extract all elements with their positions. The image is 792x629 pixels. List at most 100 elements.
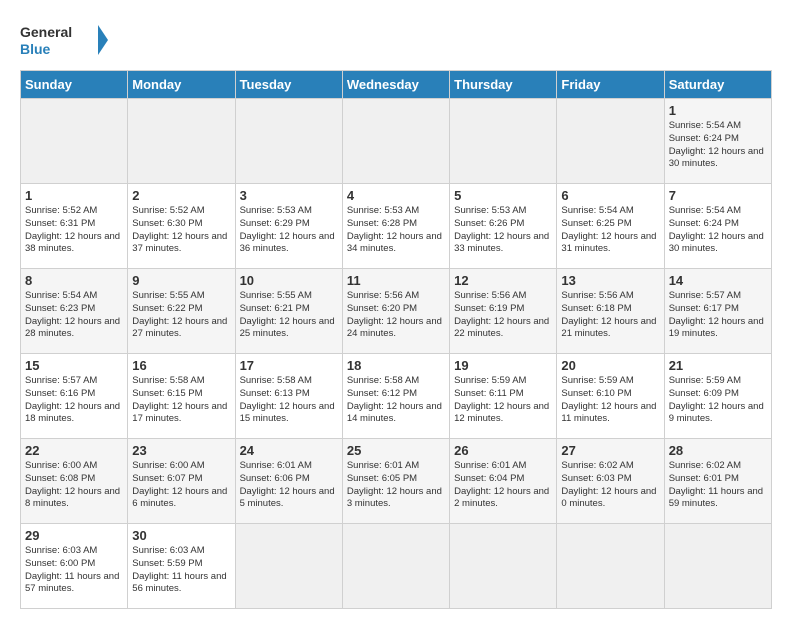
cell-info: Sunrise: 6:02 AMSunset: 6:01 PMDaylight:… xyxy=(669,460,767,511)
day-number: 23 xyxy=(132,443,230,458)
day-number: 3 xyxy=(240,188,338,203)
cell-info: Sunrise: 5:58 AMSunset: 6:12 PMDaylight:… xyxy=(347,375,445,426)
day-number: 21 xyxy=(669,358,767,373)
cell-info: Sunrise: 5:52 AMSunset: 6:31 PMDaylight:… xyxy=(25,205,123,256)
calendar-cell: 12 Sunrise: 5:56 AMSunset: 6:19 PMDayligh… xyxy=(450,269,557,354)
day-number: 29 xyxy=(25,528,123,543)
day-number: 28 xyxy=(669,443,767,458)
day-number: 27 xyxy=(561,443,659,458)
day-number: 5 xyxy=(454,188,552,203)
cell-info: Sunrise: 5:53 AMSunset: 6:29 PMDaylight:… xyxy=(240,205,338,256)
cell-info: Sunrise: 5:52 AMSunset: 6:30 PMDaylight:… xyxy=(132,205,230,256)
day-number: 7 xyxy=(669,188,767,203)
calendar-cell: 3 Sunrise: 5:53 AMSunset: 6:29 PMDaylight… xyxy=(235,184,342,269)
weekday-header: Tuesday xyxy=(235,71,342,99)
calendar-cell: 11 Sunrise: 5:56 AMSunset: 6:20 PMDayligh… xyxy=(342,269,449,354)
calendar-cell xyxy=(235,99,342,184)
day-number: 24 xyxy=(240,443,338,458)
calendar-cell xyxy=(342,99,449,184)
cell-info: Sunrise: 5:53 AMSunset: 6:26 PMDaylight:… xyxy=(454,205,552,256)
calendar-cell xyxy=(235,524,342,609)
cell-info: Sunrise: 5:54 AMSunset: 6:25 PMDaylight:… xyxy=(561,205,659,256)
day-number: 10 xyxy=(240,273,338,288)
day-number: 17 xyxy=(240,358,338,373)
cell-info: Sunrise: 5:59 AMSunset: 6:09 PMDaylight:… xyxy=(669,375,767,426)
svg-text:Blue: Blue xyxy=(20,41,51,57)
day-number: 20 xyxy=(561,358,659,373)
calendar-cell xyxy=(450,524,557,609)
calendar-cell: 1Sunrise: 5:52 AMSunset: 6:31 PMDaylight… xyxy=(21,184,128,269)
calendar-cell: 14 Sunrise: 5:57 AMSunset: 6:17 PMDayligh… xyxy=(664,269,771,354)
cell-info: Sunrise: 5:56 AMSunset: 6:20 PMDaylight:… xyxy=(347,290,445,341)
calendar-cell: 18 Sunrise: 5:58 AMSunset: 6:12 PMDayligh… xyxy=(342,354,449,439)
calendar-cell: 17 Sunrise: 5:58 AMSunset: 6:13 PMDayligh… xyxy=(235,354,342,439)
calendar-cell: 20 Sunrise: 5:59 AMSunset: 6:10 PMDayligh… xyxy=(557,354,664,439)
cell-info: Sunrise: 6:03 AMSunset: 5:59 PMDaylight:… xyxy=(132,545,230,596)
calendar-cell xyxy=(557,99,664,184)
cell-info: Sunrise: 5:56 AMSunset: 6:19 PMDaylight:… xyxy=(454,290,552,341)
calendar-cell xyxy=(664,524,771,609)
calendar-cell: 15 Sunrise: 5:57 AMSunset: 6:16 PMDayligh… xyxy=(21,354,128,439)
calendar-cell: 7 Sunrise: 5:54 AMSunset: 6:24 PMDaylight… xyxy=(664,184,771,269)
day-number: 18 xyxy=(347,358,445,373)
cell-info: Sunrise: 5:54 AMSunset: 6:23 PMDaylight:… xyxy=(25,290,123,341)
calendar-cell xyxy=(450,99,557,184)
svg-text:General: General xyxy=(20,24,72,40)
calendar-cell: 28 Sunrise: 6:02 AMSunset: 6:01 PMDayligh… xyxy=(664,439,771,524)
calendar-cell: 16 Sunrise: 5:58 AMSunset: 6:15 PMDayligh… xyxy=(128,354,235,439)
cell-info: Sunrise: 6:01 AMSunset: 6:05 PMDaylight:… xyxy=(347,460,445,511)
cell-info: Sunrise: 6:00 AMSunset: 6:08 PMDaylight:… xyxy=(25,460,123,511)
day-number: 26 xyxy=(454,443,552,458)
weekday-header: Monday xyxy=(128,71,235,99)
cell-info: Sunrise: 6:01 AMSunset: 6:04 PMDaylight:… xyxy=(454,460,552,511)
calendar-cell: 9Sunrise: 5:55 AMSunset: 6:22 PMDaylight… xyxy=(128,269,235,354)
calendar-cell xyxy=(21,99,128,184)
day-number: 11 xyxy=(347,273,445,288)
cell-info: Sunrise: 5:54 AMSunset: 6:24 PMDaylight:… xyxy=(669,205,767,256)
day-number: 30 xyxy=(132,528,230,543)
day-number: 1 xyxy=(669,103,767,118)
cell-info: Sunrise: 6:00 AMSunset: 6:07 PMDaylight:… xyxy=(132,460,230,511)
calendar-cell: 1 Sunrise: 5:54 AMSunset: 6:24 PMDaylight… xyxy=(664,99,771,184)
calendar-cell xyxy=(128,99,235,184)
day-number: 8 xyxy=(25,273,123,288)
day-number: 14 xyxy=(669,273,767,288)
weekday-header: Sunday xyxy=(21,71,128,99)
weekday-header: Wednesday xyxy=(342,71,449,99)
day-number: 15 xyxy=(25,358,123,373)
calendar-cell: 29Sunrise: 6:03 AMSunset: 6:00 PMDayligh… xyxy=(21,524,128,609)
day-number: 6 xyxy=(561,188,659,203)
day-number: 12 xyxy=(454,273,552,288)
cell-info: Sunrise: 5:54 AMSunset: 6:24 PMDaylight:… xyxy=(669,120,767,171)
page-header: General Blue xyxy=(20,20,772,60)
calendar-cell: 5 Sunrise: 5:53 AMSunset: 6:26 PMDaylight… xyxy=(450,184,557,269)
day-number: 22 xyxy=(25,443,123,458)
calendar-cell xyxy=(557,524,664,609)
calendar-cell: 2Sunrise: 5:52 AMSunset: 6:30 PMDaylight… xyxy=(128,184,235,269)
calendar-cell xyxy=(342,524,449,609)
calendar-cell: 30 Sunrise: 6:03 AMSunset: 5:59 PMDayligh… xyxy=(128,524,235,609)
calendar-table: SundayMondayTuesdayWednesdayThursdayFrid… xyxy=(20,70,772,609)
calendar-cell: 23 Sunrise: 6:00 AMSunset: 6:07 PMDayligh… xyxy=(128,439,235,524)
calendar-cell: 24Sunrise: 6:01 AMSunset: 6:06 PMDayligh… xyxy=(235,439,342,524)
cell-info: Sunrise: 5:59 AMSunset: 6:10 PMDaylight:… xyxy=(561,375,659,426)
cell-info: Sunrise: 5:58 AMSunset: 6:15 PMDaylight:… xyxy=(132,375,230,426)
calendar-cell: 25Sunrise: 6:01 AMSunset: 6:05 PMDayligh… xyxy=(342,439,449,524)
cell-info: Sunrise: 5:57 AMSunset: 6:17 PMDaylight:… xyxy=(669,290,767,341)
calendar-cell: 10 Sunrise: 5:55 AMSunset: 6:21 PMDayligh… xyxy=(235,269,342,354)
logo-svg: General Blue xyxy=(20,20,110,60)
cell-info: Sunrise: 5:56 AMSunset: 6:18 PMDaylight:… xyxy=(561,290,659,341)
calendar-cell: 8 Sunrise: 5:54 AMSunset: 6:23 PMDaylight… xyxy=(21,269,128,354)
cell-info: Sunrise: 5:55 AMSunset: 6:21 PMDaylight:… xyxy=(240,290,338,341)
calendar-cell: 26 Sunrise: 6:01 AMSunset: 6:04 PMDayligh… xyxy=(450,439,557,524)
calendar-cell: 21 Sunrise: 5:59 AMSunset: 6:09 PMDayligh… xyxy=(664,354,771,439)
cell-info: Sunrise: 6:02 AMSunset: 6:03 PMDaylight:… xyxy=(561,460,659,511)
cell-info: Sunrise: 5:58 AMSunset: 6:13 PMDaylight:… xyxy=(240,375,338,426)
cell-info: Sunrise: 5:55 AMSunset: 6:22 PMDaylight:… xyxy=(132,290,230,341)
cell-info: Sunrise: 5:57 AMSunset: 6:16 PMDaylight:… xyxy=(25,375,123,426)
cell-info: Sunrise: 5:53 AMSunset: 6:28 PMDaylight:… xyxy=(347,205,445,256)
day-number: 16 xyxy=(132,358,230,373)
day-number: 13 xyxy=(561,273,659,288)
weekday-header: Saturday xyxy=(664,71,771,99)
calendar-cell: 19Sunrise: 5:59 AMSunset: 6:11 PMDayligh… xyxy=(450,354,557,439)
